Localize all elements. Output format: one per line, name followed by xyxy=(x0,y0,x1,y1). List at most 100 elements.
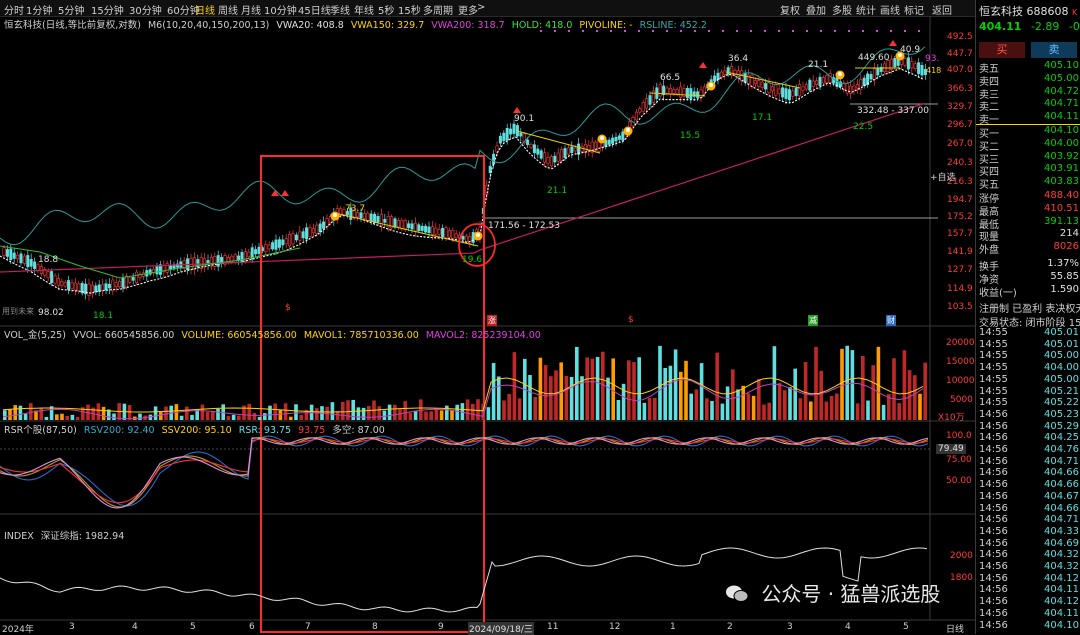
event-mark[interactable]: $ xyxy=(628,315,634,325)
period-tab[interactable]: 15秒 xyxy=(398,2,421,17)
candle-body xyxy=(430,226,434,235)
stock-title-text: 恒玄科技 688608 xyxy=(979,5,1069,18)
rsr-line-pink xyxy=(0,437,929,509)
period-tab[interactable]: 45日线 xyxy=(298,2,331,17)
candle-body xyxy=(828,73,832,83)
candle-body xyxy=(743,72,747,83)
sell-button[interactable]: 卖 xyxy=(1031,42,1077,58)
candle-body xyxy=(417,224,421,232)
more-arrow-icon[interactable]: > xyxy=(477,2,485,13)
volume-bar xyxy=(491,363,496,420)
period-tab[interactable]: 多周期 xyxy=(423,2,453,17)
buy-arrow-icon xyxy=(889,40,897,46)
candle-body xyxy=(713,75,717,82)
price-axis-label: 175.2 xyxy=(947,212,973,222)
tick-price: 404.10 xyxy=(1044,619,1079,631)
event-mark[interactable]: 涨 xyxy=(487,315,497,326)
dot-mark xyxy=(834,30,836,32)
signal-marker xyxy=(838,72,842,76)
dot-mark xyxy=(792,30,794,32)
volume-bar xyxy=(746,393,751,420)
tick-row[interactable]: 14:56 404.10 xyxy=(979,620,1079,634)
volume-bar xyxy=(881,404,886,420)
candle-body xyxy=(104,283,108,291)
candle-body xyxy=(400,219,404,229)
candle-body xyxy=(910,61,914,69)
period-tab[interactable]: 30分钟 xyxy=(129,2,162,17)
volume-bar xyxy=(684,360,688,420)
period-tab[interactable]: 15分钟 xyxy=(91,2,124,17)
buy-button[interactable]: 买 xyxy=(979,42,1025,58)
event-mark[interactable]: 财 xyxy=(886,315,896,326)
volume-bar xyxy=(611,358,615,420)
toolbar-action-button[interactable]: 统计 xyxy=(856,2,876,17)
rsr-axis-label: 50.00 xyxy=(946,476,972,486)
price-axis-label: 103.5 xyxy=(947,302,973,312)
candle-body xyxy=(556,152,560,162)
tick-price: 404.11 xyxy=(1044,607,1079,619)
price-label: 19.6 xyxy=(462,255,483,265)
candle-body xyxy=(702,86,706,94)
tick-price: 405.01 xyxy=(1044,338,1079,350)
candle-body xyxy=(808,79,812,91)
quote-row: 换手 1.37% xyxy=(979,258,1079,273)
volume-bar xyxy=(408,412,413,420)
period-tab[interactable]: 周线 xyxy=(218,2,238,17)
candle-body xyxy=(804,84,808,90)
rsr-label: RSR: 93.75 xyxy=(238,425,292,436)
period-tab[interactable]: 5秒 xyxy=(378,2,394,17)
volume-bar xyxy=(23,413,28,420)
period-tab[interactable]: 1分钟 xyxy=(26,2,52,17)
wechat-icon xyxy=(725,584,749,604)
quote-row: 买二 404.00 xyxy=(979,138,1079,153)
period-tab[interactable]: 10分钟 xyxy=(264,2,297,17)
volume-bar xyxy=(720,403,725,420)
volume-bar xyxy=(715,352,719,420)
candle-body xyxy=(920,65,924,76)
tick-time: 14:56 xyxy=(979,584,1008,596)
index-header: INDEX 深证综指: 1982.94 xyxy=(4,528,124,542)
event-mark[interactable]: $ xyxy=(285,303,291,313)
tick-time: 14:55 xyxy=(979,373,1008,385)
volume-bar xyxy=(855,403,860,420)
volume-bar xyxy=(445,405,449,420)
date-axis-cursor: 2024/09/18/三 xyxy=(468,622,534,635)
volume-bar xyxy=(918,393,922,420)
candle-body xyxy=(821,77,825,84)
candle-body xyxy=(60,281,64,286)
m6-label: M6(10,20,40,150,200,13) xyxy=(147,20,270,31)
candle-body xyxy=(2,247,6,256)
volume-bar xyxy=(403,401,407,420)
candle-body xyxy=(53,275,57,284)
tick-time: 14:56 xyxy=(979,525,1008,537)
quote-row-label: 收益(一) xyxy=(979,287,1017,299)
period-tab[interactable]: 更多 xyxy=(458,2,478,17)
tick-price: 404.12 xyxy=(1044,572,1079,584)
candle-body xyxy=(420,225,424,231)
period-tab[interactable]: 分时 xyxy=(4,2,24,17)
period-tab[interactable]: 日线 xyxy=(195,2,215,17)
event-mark[interactable]: 减 xyxy=(808,315,818,326)
candle-body xyxy=(498,135,502,144)
candle-body xyxy=(70,282,74,290)
volume-bar xyxy=(569,376,574,420)
toolbar-action-button[interactable]: 复权 xyxy=(780,2,800,17)
period-tab[interactable]: 5分钟 xyxy=(58,2,84,17)
toolbar-action-button[interactable]: 返回 xyxy=(932,2,952,17)
period-tab[interactable]: 季线 xyxy=(330,2,350,17)
date-axis-month: 11 xyxy=(547,622,559,632)
volume-bar xyxy=(429,411,433,420)
period-tab[interactable]: 月线 xyxy=(241,2,261,17)
add-watchlist-button[interactable]: +自选 xyxy=(930,170,956,183)
volume-bar xyxy=(13,405,17,420)
toolbar-action-button[interactable]: 画线 xyxy=(880,2,900,17)
candle-body xyxy=(464,235,468,243)
candle-body xyxy=(553,155,557,163)
toolbar-action-button[interactable]: 多股 xyxy=(832,2,852,17)
toolbar-action-button[interactable]: 叠加 xyxy=(806,2,826,17)
period-tab[interactable]: 年线 xyxy=(354,2,374,17)
toolbar-action-button[interactable]: 标记 xyxy=(904,2,924,17)
rsr-axis-label: 100.0 xyxy=(946,431,972,441)
volume-bar xyxy=(450,410,454,420)
volume-bar xyxy=(268,405,272,420)
